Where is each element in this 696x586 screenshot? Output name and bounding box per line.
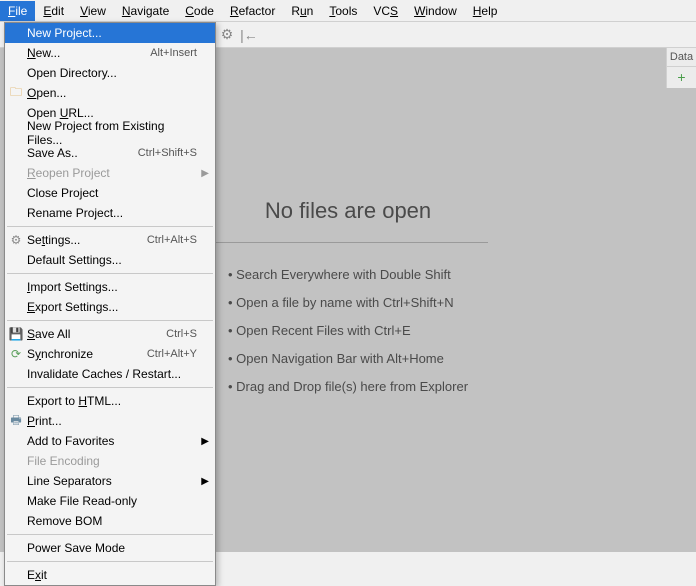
menu-item-make-readonly[interactable]: Make File Read-only [5, 491, 215, 511]
menu-edit[interactable]: Edit [35, 1, 72, 21]
menu-separator [7, 320, 213, 321]
menu-item-new-project[interactable]: New Project... [5, 23, 215, 43]
menu-item-add-favorites[interactable]: Add to Favorites ▶ [5, 431, 215, 451]
folder-icon: 🗀 [9, 86, 23, 100]
menu-item-import-settings[interactable]: Import Settings... [5, 277, 215, 297]
menu-item-rename-project[interactable]: Rename Project... [5, 203, 215, 223]
menu-item-open[interactable]: 🗀 Open... [5, 83, 215, 103]
menu-file[interactable]: File [0, 1, 35, 21]
menu-item-new[interactable]: New... Alt+Insert [5, 43, 215, 63]
menu-item-export-html[interactable]: Export to HTML... [5, 391, 215, 411]
menu-separator [7, 387, 213, 388]
right-tab-database[interactable]: Data [667, 48, 696, 67]
chevron-right-icon: ▶ [201, 168, 209, 179]
add-icon[interactable]: + [667, 67, 696, 87]
menu-tools[interactable]: Tools [321, 1, 365, 21]
toolbar-icon-1[interactable]: ⚙ [218, 26, 236, 44]
menu-view[interactable]: View [72, 1, 114, 21]
print-icon: 🖶 [9, 414, 23, 428]
empty-title: No files are open [265, 198, 431, 224]
hint-search-everywhere: Search Everywhere with Double Shift [228, 261, 468, 289]
sync-icon: ⟳ [9, 347, 23, 361]
menu-item-open-directory[interactable]: Open Directory... [5, 63, 215, 83]
menu-navigate[interactable]: Navigate [114, 1, 177, 21]
menu-item-save-as[interactable]: Save As.. Ctrl+Shift+S [5, 143, 215, 163]
menu-separator [7, 561, 213, 562]
chevron-right-icon: ▶ [201, 436, 209, 447]
menu-separator [7, 226, 213, 227]
menu-run[interactable]: Run [283, 1, 321, 21]
toolbar-icon-2[interactable]: |← [240, 26, 258, 44]
hint-open-by-name: Open a file by name with Ctrl+Shift+N [228, 289, 468, 317]
menu-item-save-all[interactable]: 💾 Save All Ctrl+S [5, 324, 215, 344]
menu-item-file-encoding: File Encoding [5, 451, 215, 471]
menu-item-reopen-project[interactable]: Reopen Project ▶ [5, 163, 215, 183]
menu-item-synchronize[interactable]: ⟳ Synchronize Ctrl+Alt+Y [5, 344, 215, 364]
menu-separator [7, 273, 213, 274]
menu-window[interactable]: Window [406, 1, 465, 21]
empty-hints: Search Everywhere with Double Shift Open… [228, 261, 468, 401]
file-dropdown: New Project... New... Alt+Insert Open Di… [4, 22, 216, 586]
menu-item-power-save[interactable]: Power Save Mode [5, 538, 215, 558]
empty-divider [208, 242, 488, 243]
menu-item-default-settings[interactable]: Default Settings... [5, 250, 215, 270]
menu-item-export-settings[interactable]: Export Settings... [5, 297, 215, 317]
menu-vcs[interactable]: VCS [365, 1, 406, 21]
gear-icon: ⚙ [9, 233, 23, 247]
menu-item-exit[interactable]: Exit [5, 565, 215, 585]
menu-separator [7, 534, 213, 535]
menu-item-new-from-existing[interactable]: New Project from Existing Files... [5, 123, 215, 143]
menu-item-line-separators[interactable]: Line Separators ▶ [5, 471, 215, 491]
menu-item-close-project[interactable]: Close Project [5, 183, 215, 203]
menu-item-invalidate-caches[interactable]: Invalidate Caches / Restart... [5, 364, 215, 384]
save-icon: 💾 [9, 327, 23, 341]
menu-help[interactable]: Help [465, 1, 506, 21]
hint-nav-bar: Open Navigation Bar with Alt+Home [228, 345, 468, 373]
menu-code[interactable]: Code [177, 1, 222, 21]
menubar: File Edit View Navigate Code Refactor Ru… [0, 0, 696, 22]
chevron-right-icon: ▶ [201, 476, 209, 487]
hint-drag-drop: Drag and Drop file(s) here from Explorer [228, 373, 468, 401]
right-tool-tabs: Data + [666, 48, 696, 88]
hint-recent-files: Open Recent Files with Ctrl+E [228, 317, 468, 345]
menu-item-settings[interactable]: ⚙ Settings... Ctrl+Alt+S [5, 230, 215, 250]
menu-item-remove-bom[interactable]: Remove BOM [5, 511, 215, 531]
menu-refactor[interactable]: Refactor [222, 1, 283, 21]
menu-item-print[interactable]: 🖶 Print... [5, 411, 215, 431]
